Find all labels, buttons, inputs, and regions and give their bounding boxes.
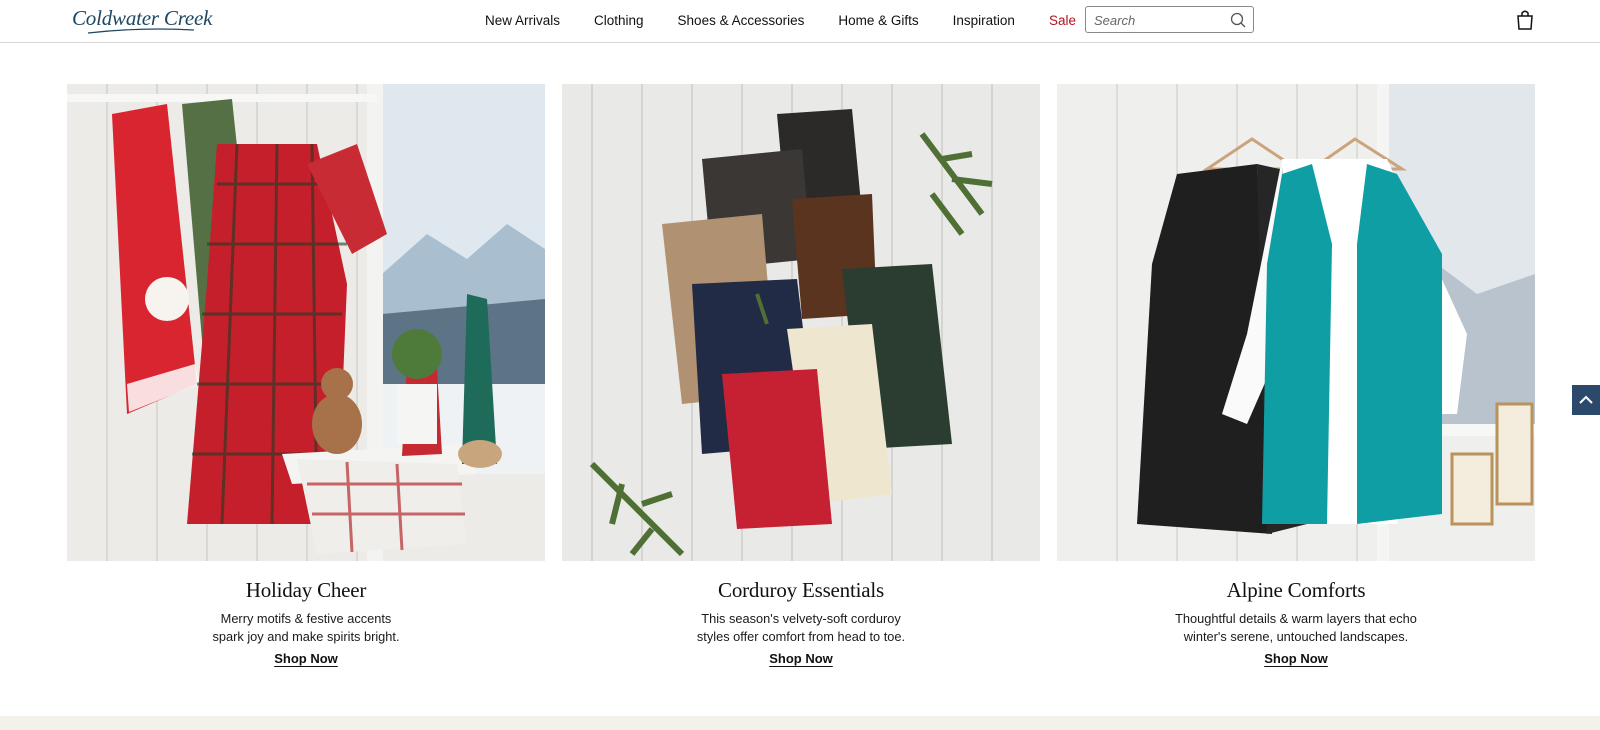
shop-now-link[interactable]: Shop Now <box>67 651 545 666</box>
scroll-to-top-button[interactable] <box>1572 385 1600 415</box>
card-title: Corduroy Essentials <box>718 578 884 602</box>
main-nav: New Arrivals Clothing Shoes & Accessorie… <box>485 13 1110 28</box>
search-input[interactable] <box>1094 11 1224 29</box>
nav-inspiration[interactable]: Inspiration <box>953 13 1015 28</box>
search-icon[interactable] <box>1229 11 1247 29</box>
card-description: Merry motifs & festive accents spark joy… <box>67 610 545 646</box>
card-title: Alpine Comforts <box>1226 578 1366 602</box>
footer-band <box>0 716 1600 730</box>
logo-swoosh-icon <box>87 28 195 34</box>
card-title: Holiday Cheer <box>245 578 367 602</box>
nav-shoes-accessories[interactable]: Shoes & Accessories <box>678 13 805 28</box>
search-box <box>1085 6 1254 33</box>
nav-clothing[interactable]: Clothing <box>594 13 644 28</box>
card-description: Thoughtful details & warm layers that ec… <box>1057 610 1535 646</box>
card-description-line: styles offer comfort from head to toe. <box>696 629 906 644</box>
promo-card-alpine-comforts: Alpine Comforts Thoughtful details & war… <box>1057 84 1535 666</box>
card-description-line: Merry motifs & festive accents <box>220 611 392 626</box>
card-description-line: Thoughtful details & warm layers that ec… <box>1175 611 1417 626</box>
card-description-line: This season's velvety-soft corduroy <box>701 611 901 626</box>
card-description-line: spark joy and make spirits bright. <box>212 629 400 644</box>
card-description: This season's velvety-soft corduroy styl… <box>562 610 1040 646</box>
card-description-line: winter's serene, untouched landscapes. <box>1183 629 1409 644</box>
chevron-up-icon <box>1579 395 1593 404</box>
shopping-bag-icon[interactable] <box>1516 9 1534 31</box>
corduroy-essentials-image[interactable] <box>562 84 1040 561</box>
shop-now-link[interactable]: Shop Now <box>562 651 1040 666</box>
nav-new-arrivals[interactable]: New Arrivals <box>485 13 560 28</box>
site-header: Coldwater Creek New Arrivals Clothing Sh… <box>0 0 1600 43</box>
promo-card-corduroy-essentials: Corduroy Essentials This season's velvet… <box>562 84 1040 666</box>
nav-home-gifts[interactable]: Home & Gifts <box>838 13 918 28</box>
alpine-comforts-image[interactable] <box>1057 84 1535 561</box>
promo-card-holiday-cheer: Holiday Cheer Merry motifs & festive acc… <box>67 84 545 666</box>
holiday-cheer-image[interactable] <box>67 84 545 561</box>
nav-sale[interactable]: Sale <box>1049 13 1076 28</box>
shop-now-link[interactable]: Shop Now <box>1057 651 1535 666</box>
